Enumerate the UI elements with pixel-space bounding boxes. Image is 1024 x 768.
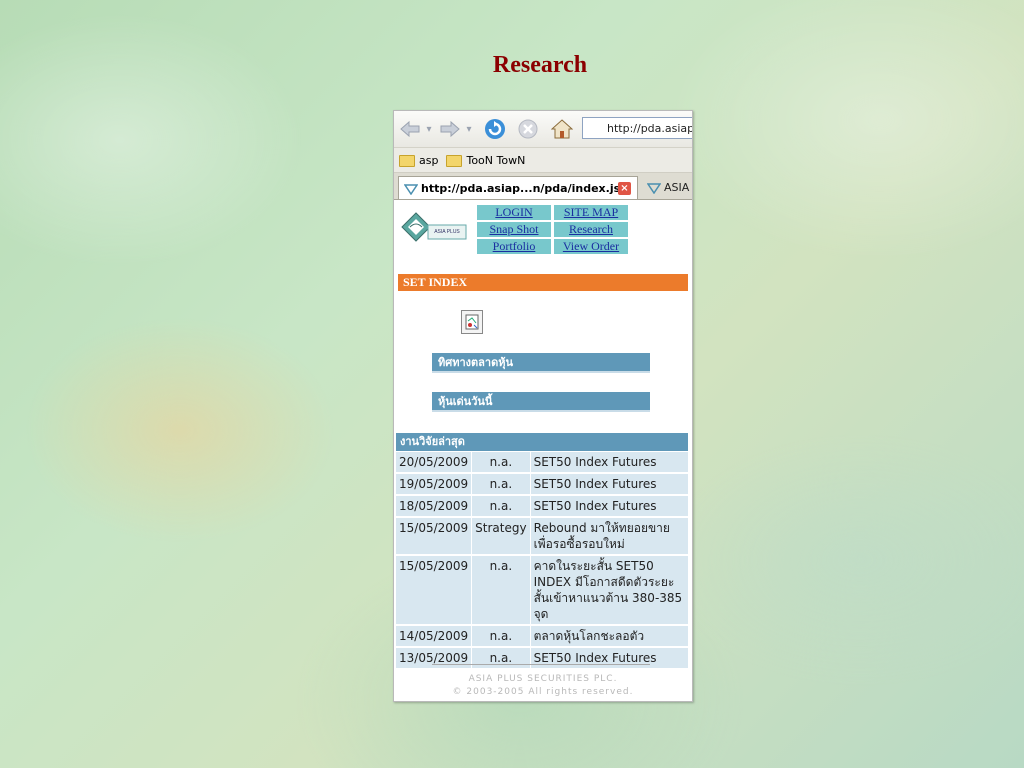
site-icon <box>647 183 661 194</box>
research-title[interactable]: SET50 Index Futures <box>530 452 688 474</box>
tab-label: http://pda.asiap...n/pda/index.jsp <box>421 182 629 195</box>
nav-login[interactable]: LOGIN <box>495 205 532 219</box>
address-bar[interactable]: http://pda.asiaplus <box>582 117 692 139</box>
research-date: 15/05/2009 <box>396 555 472 626</box>
research-date: 18/05/2009 <box>396 495 472 518</box>
main-nav: LOGIN SITE MAP Snap Shot Research Portfo… <box>474 203 631 256</box>
research-title[interactable]: Rebound มาให้ทยอยขาย เพื่อรอซื้อรอบใหม่ <box>530 517 688 556</box>
research-title[interactable]: SET50 Index Futures <box>530 495 688 518</box>
market-direction-bar[interactable]: ทิศทางตลาดหุ้น <box>432 353 650 373</box>
footer-divider <box>432 664 650 665</box>
broken-image-icon <box>461 310 483 334</box>
research-table: 20/05/2009 n.a. SET50 Index Futures 19/0… <box>396 452 688 670</box>
tab-active[interactable]: http://pda.asiap...n/pda/index.jsp × <box>398 176 638 199</box>
table-row[interactable]: 14/05/2009 n.a. ตลาดหุ้นโลกชะลอตัว <box>396 625 688 648</box>
top-stocks-bar[interactable]: หุ้นเด่นวันนี้ <box>432 392 650 412</box>
back-dropdown-icon[interactable]: ▾ <box>424 117 434 141</box>
slide-title: Research <box>492 52 588 78</box>
folder-icon <box>399 154 415 167</box>
table-row[interactable]: 20/05/2009 n.a. SET50 Index Futures <box>396 452 688 474</box>
bookmarks-bar: asp TooN TowN <box>394 148 692 173</box>
bookmark-asp[interactable]: asp <box>399 154 438 167</box>
logo-icon: ASIA PLUS <box>401 212 467 242</box>
folder-icon <box>446 154 463 167</box>
logo-text: ASIA PLUS <box>434 229 460 235</box>
research-title[interactable]: คาดในระยะสั้น SET50 INDEX มีโอกาสดีดตัวร… <box>530 555 688 626</box>
research-category: n.a. <box>471 625 531 648</box>
tab-strip: http://pda.asiap...n/pda/index.jsp × ASI… <box>394 173 692 200</box>
table-row[interactable]: 18/05/2009 n.a. SET50 Index Futures <box>396 495 688 518</box>
research-category: n.a. <box>471 555 531 626</box>
research-date: 14/05/2009 <box>396 625 472 648</box>
tab-asia[interactable]: ASIA <box>642 176 692 199</box>
set-index-header: SET INDEX <box>398 274 688 291</box>
research-date: 19/05/2009 <box>396 473 472 496</box>
research-category: n.a. <box>471 647 531 670</box>
stop-button[interactable] <box>516 117 540 141</box>
site-icon <box>404 184 418 195</box>
research-title[interactable]: ตลาดหุ้นโลกชะลอตัว <box>530 625 688 648</box>
research-date: 13/05/2009 <box>396 647 472 670</box>
nav-portfolio[interactable]: Portfolio <box>493 239 536 253</box>
research-title[interactable]: SET50 Index Futures <box>530 647 688 670</box>
table-row[interactable]: 15/05/2009 Strategy Rebound มาให้ทยอยขาย… <box>396 517 688 556</box>
close-tab-icon[interactable]: × <box>618 182 631 195</box>
forward-button[interactable] <box>438 117 462 141</box>
latest-research-header: งานวิจัยล่าสุด <box>396 433 688 451</box>
forward-dropdown-icon[interactable]: ▾ <box>464 117 474 141</box>
research-category: n.a. <box>471 452 531 474</box>
footer-company: ASIA PLUS SECURITIES PLC. <box>468 674 618 684</box>
stop-icon <box>518 119 538 139</box>
tab-label: ASIA <box>664 181 690 194</box>
browser-screenshot: ▾ ▾ http://pda.asiaplus asp TooN TowN ht… <box>393 110 693 702</box>
nav-site-map[interactable]: SITE MAP <box>564 205 618 219</box>
back-button[interactable] <box>398 117 422 141</box>
home-button[interactable] <box>550 117 574 141</box>
nav-snap-shot[interactable]: Snap Shot <box>489 222 538 236</box>
nav-research[interactable]: Research <box>569 222 613 236</box>
table-row[interactable]: 19/05/2009 n.a. SET50 Index Futures <box>396 473 688 496</box>
table-row[interactable]: 15/05/2009 n.a. คาดในระยะสั้น SET50 INDE… <box>396 555 688 626</box>
research-date: 15/05/2009 <box>396 517 472 556</box>
forward-arrow-icon <box>440 120 460 138</box>
reload-button[interactable] <box>482 117 508 141</box>
research-date: 20/05/2009 <box>396 452 472 474</box>
reload-icon <box>485 119 505 139</box>
research-title[interactable]: SET50 Index Futures <box>530 473 688 496</box>
table-row[interactable]: 13/05/2009 n.a. SET50 Index Futures <box>396 647 688 670</box>
research-category: n.a. <box>471 473 531 496</box>
home-icon <box>551 119 573 139</box>
asia-plus-logo[interactable]: ASIA PLUS <box>400 205 470 255</box>
back-arrow-icon <box>400 120 420 138</box>
nav-view-order[interactable]: View Order <box>563 239 619 253</box>
research-category: n.a. <box>471 495 531 518</box>
browser-toolbar: ▾ ▾ http://pda.asiaplus <box>394 111 692 148</box>
research-category: Strategy <box>471 517 531 556</box>
bookmark-toontown[interactable]: TooN TowN <box>446 154 525 167</box>
footer-copyright: © 2003-2005 All rights reserved. <box>452 687 634 697</box>
